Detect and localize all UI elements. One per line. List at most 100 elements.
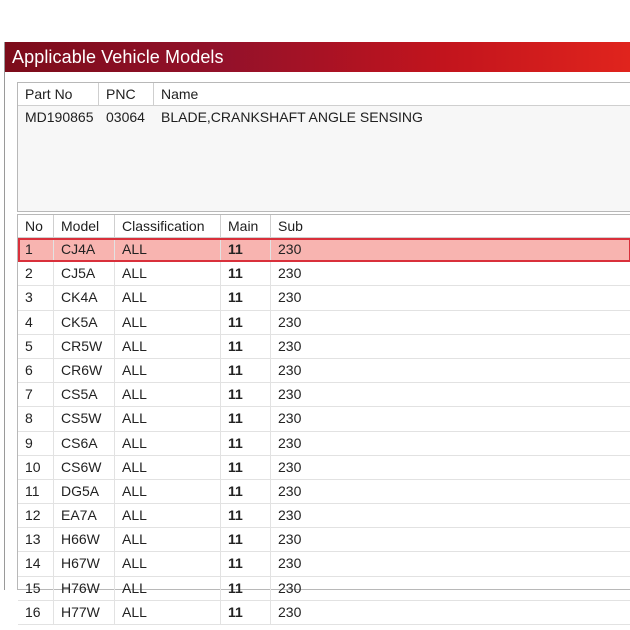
classification-column-header[interactable]: Classification: [115, 215, 221, 237]
model-cell: CS5A: [54, 383, 115, 407]
main-cell: 11: [221, 262, 271, 286]
table-row[interactable]: 5 CR5W ALL 11 230: [18, 334, 630, 359]
table-row[interactable]: 3 CK4A ALL 11 230: [18, 286, 630, 311]
pnc-column-header[interactable]: PNC: [99, 83, 154, 105]
model-column-header[interactable]: Model: [54, 215, 115, 237]
table-row[interactable]: 14 H67W ALL 11 230: [18, 552, 630, 577]
table-row[interactable]: 9 CS6A ALL 11 230: [18, 431, 630, 456]
main-cell: 11: [221, 358, 271, 383]
classification-cell: ALL: [115, 504, 221, 528]
pnc-value: 03064: [106, 109, 145, 125]
table-row[interactable]: 15 H76W ALL 11 230: [18, 576, 630, 601]
row-number: 14: [18, 552, 54, 576]
part-no-column-header[interactable]: Part No: [18, 83, 99, 105]
row-number: 1: [18, 238, 54, 262]
main-cell: 11: [221, 576, 271, 600]
sub-cell: 230: [278, 579, 302, 596]
sub-cell: 230: [278, 603, 302, 620]
classification-cell: ALL: [115, 334, 221, 358]
classification-cell: ALL: [115, 479, 221, 504]
name-column-header[interactable]: Name: [154, 83, 630, 105]
main-column-header[interactable]: Main: [221, 215, 271, 237]
table-row[interactable]: 13 H66W ALL 11 230: [18, 528, 630, 553]
sub-cell: 230: [278, 313, 302, 330]
vehicle-models-table: No Model Classification Main Sub 1 CJ4A AL…: [17, 214, 630, 625]
model-cell: H76W: [54, 576, 115, 600]
sub-cell: 230: [278, 241, 302, 257]
model-cell: EA7A: [54, 504, 115, 528]
classification-cell: ALL: [115, 552, 221, 576]
main-cell: 11: [221, 334, 271, 358]
row-number: 6: [18, 358, 54, 383]
part-info-row[interactable]: MD190865 03064 BLADE,CRANKSHAFT ANGLE SE…: [18, 106, 630, 128]
sub-cell: 230: [278, 289, 302, 306]
classification-cell: ALL: [115, 600, 221, 624]
table-row[interactable]: 2 CJ5A ALL 11 230: [18, 262, 630, 287]
row-number: 11: [18, 479, 54, 504]
sub-cell: 230: [278, 410, 302, 427]
no-column-header[interactable]: No: [18, 215, 54, 237]
row-number: 13: [18, 528, 54, 552]
part-info-header: Part No PNC Name: [18, 83, 630, 106]
row-number: 7: [18, 383, 54, 407]
window-title: Applicable Vehicle Models: [5, 42, 630, 72]
main-cell: 11: [221, 238, 271, 262]
sub-cell: 230: [278, 361, 302, 378]
row-number: 2: [18, 262, 54, 286]
model-cell: CR6W: [54, 358, 115, 383]
table-row[interactable]: 8 CS5W ALL 11 230: [18, 407, 630, 432]
main-cell: 11: [221, 504, 271, 528]
model-cell: H67W: [54, 552, 115, 576]
model-cell: H77W: [54, 600, 115, 624]
model-cell: CK4A: [54, 286, 115, 310]
table-header: No Model Classification Main Sub: [18, 215, 630, 238]
main-cell: 11: [221, 383, 271, 407]
row-number: 5: [18, 334, 54, 358]
classification-cell: ALL: [115, 455, 221, 479]
row-number: 12: [18, 504, 54, 528]
sub-cell: 230: [278, 434, 302, 451]
main-cell: 11: [221, 455, 271, 479]
model-cell: CR5W: [54, 334, 115, 358]
classification-cell: ALL: [115, 310, 221, 334]
row-number: 3: [18, 286, 54, 310]
classification-cell: ALL: [115, 358, 221, 383]
row-number: 4: [18, 310, 54, 334]
part-info-panel: Part No PNC Name MD190865 03064 BLADE,CR…: [17, 82, 630, 212]
row-number: 16: [18, 600, 54, 624]
table-row[interactable]: 16 H77W ALL 11 230: [18, 600, 630, 625]
sub-cell: 230: [278, 507, 302, 524]
classification-cell: ALL: [115, 238, 221, 262]
classification-cell: ALL: [115, 431, 221, 455]
main-cell: 11: [221, 479, 271, 504]
model-cell: CJ4A: [54, 238, 115, 262]
sub-cell: 230: [278, 386, 302, 403]
sub-cell: 230: [278, 337, 302, 354]
sub-cell: 230: [278, 531, 302, 548]
main-cell: 11: [221, 552, 271, 576]
classification-cell: ALL: [115, 262, 221, 286]
model-cell: CS5W: [54, 407, 115, 431]
table-row[interactable]: 1 CJ4A ALL 11 230: [18, 238, 630, 263]
sub-column-header[interactable]: Sub: [271, 215, 630, 237]
main-cell: 11: [221, 431, 271, 455]
row-number: 9: [18, 431, 54, 455]
table-row[interactable]: 12 EA7A ALL 11 230: [18, 504, 630, 529]
table-row[interactable]: 11 DG5A ALL 11 230: [18, 479, 630, 505]
main-cell: 11: [221, 600, 271, 624]
sub-cell: 230: [278, 265, 302, 282]
table-body: 1 CJ4A ALL 11 230 2 CJ5A ALL 11 230 3 CK4A ALL 11 230 4…: [18, 238, 630, 625]
table-row[interactable]: 6 CR6W ALL 11 230: [18, 358, 630, 384]
classification-cell: ALL: [115, 383, 221, 407]
sub-cell: 230: [278, 555, 302, 572]
main-cell: 11: [221, 286, 271, 310]
table-row[interactable]: 7 CS5A ALL 11 230: [18, 383, 630, 408]
model-cell: CJ5A: [54, 262, 115, 286]
part-no-value: MD190865: [25, 109, 94, 125]
part-name-value: BLADE,CRANKSHAFT ANGLE SENSING: [161, 109, 423, 125]
table-row[interactable]: 4 CK5A ALL 11 230: [18, 310, 630, 335]
applicable-vehicle-models-window: Applicable Vehicle Models Part No PNC Na…: [4, 42, 630, 625]
table-row[interactable]: 10 CS6W ALL 11 230: [18, 455, 630, 480]
classification-cell: ALL: [115, 286, 221, 310]
model-cell: CS6W: [54, 455, 115, 479]
